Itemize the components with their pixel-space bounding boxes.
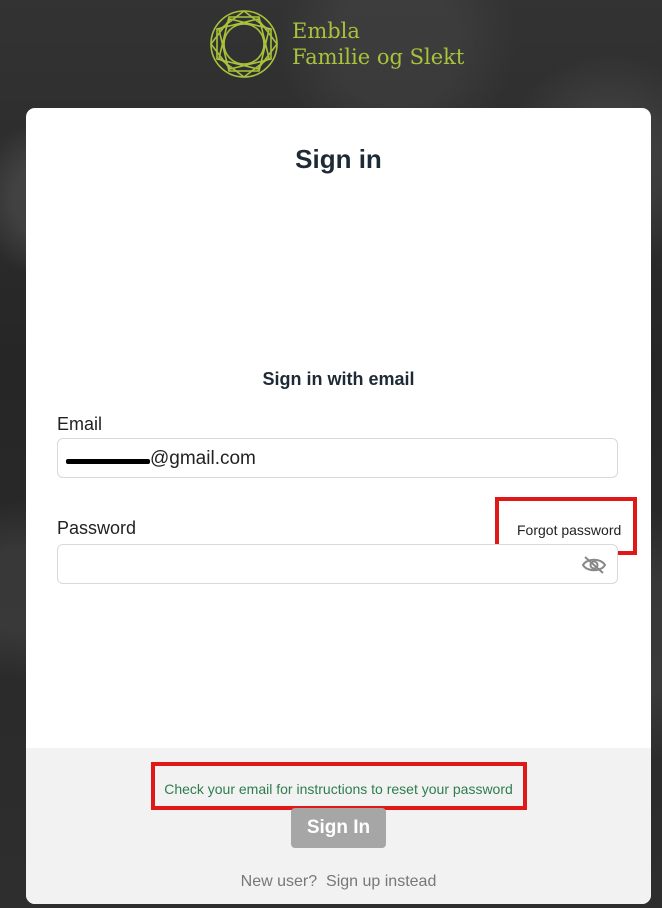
brand-header: Embla Familie og Slekt <box>208 8 464 80</box>
eye-slash-icon[interactable] <box>581 555 607 575</box>
email-value: @gmail.com <box>150 448 256 469</box>
email-label: Email <box>57 414 103 434</box>
sign-in-card: Sign in Sign in with email Email @gmail.… <box>26 108 651 904</box>
highlight-box-message <box>151 762 527 810</box>
sign-in-button[interactable]: Sign In <box>291 808 386 848</box>
brand-line-2: Familie og Slekt <box>292 45 465 69</box>
brand-name: Embla Familie og Slekt <box>292 18 464 70</box>
sign-in-subtitle: Sign in with email <box>262 369 415 389</box>
embla-logo-icon <box>209 9 279 79</box>
email-field[interactable]: @gmail.com <box>57 438 618 478</box>
password-field[interactable] <box>57 544 618 584</box>
password-label: Password <box>57 518 137 538</box>
signup-row: New user? Sign up instead <box>26 873 651 891</box>
sign-up-link[interactable]: Sign up instead <box>326 873 436 890</box>
new-user-text: New user? <box>240 873 318 890</box>
form-footer: Check your email for instructions to res… <box>26 748 651 904</box>
redaction-mark <box>66 459 150 464</box>
brand-line-1: Embla <box>292 19 360 43</box>
page-title: Sign in <box>295 144 382 174</box>
